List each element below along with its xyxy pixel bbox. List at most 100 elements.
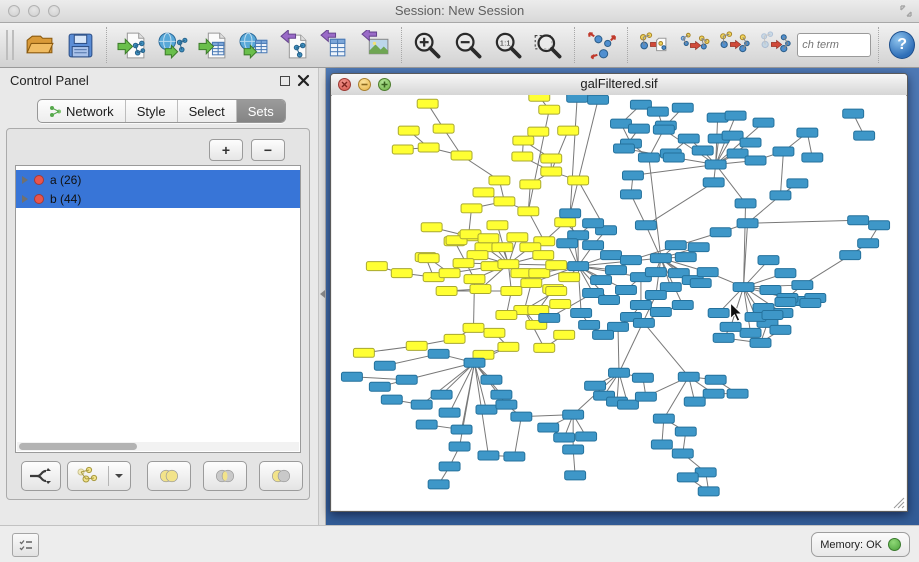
tab-style[interactable]: Style: [126, 100, 178, 122]
search-input[interactable]: [797, 33, 871, 57]
graph-node[interactable]: [775, 269, 796, 278]
graph-node[interactable]: [507, 233, 528, 242]
graph-node[interactable]: [775, 298, 796, 307]
float-panel-icon[interactable]: [280, 76, 290, 86]
remove-set-button[interactable]: −: [251, 139, 285, 161]
graph-node[interactable]: [416, 420, 437, 429]
graph-node[interactable]: [583, 219, 604, 228]
graph-node[interactable]: [753, 118, 774, 127]
graph-node[interactable]: [428, 349, 449, 358]
graph-node[interactable]: [684, 397, 705, 406]
export-network-button[interactable]: [274, 25, 314, 65]
graph-node[interactable]: [529, 95, 550, 101]
graph-node[interactable]: [565, 471, 586, 480]
graph-node[interactable]: [418, 254, 439, 263]
graph-node[interactable]: [406, 341, 427, 350]
graph-node[interactable]: [520, 180, 541, 189]
graph-node[interactable]: [616, 286, 637, 295]
graph-edge[interactable]: [618, 327, 619, 373]
graph-node[interactable]: [800, 299, 821, 308]
graph-node[interactable]: [496, 400, 517, 409]
graph-node[interactable]: [571, 308, 592, 317]
graph-node[interactable]: [473, 188, 494, 197]
graph-node[interactable]: [630, 301, 651, 310]
graph-node[interactable]: [381, 395, 402, 404]
graph-edge[interactable]: [748, 220, 859, 223]
graph-node[interactable]: [392, 145, 413, 154]
graph-node[interactable]: [583, 241, 604, 250]
graph-node[interactable]: [638, 153, 659, 162]
import-network-from-file-button[interactable]: [112, 25, 152, 65]
graph-node[interactable]: [501, 287, 522, 296]
graph-node[interactable]: [449, 442, 470, 451]
graph-node[interactable]: [628, 124, 649, 133]
toolbar-drag-handle[interactable]: [6, 30, 14, 60]
graph-node[interactable]: [843, 109, 864, 118]
graph-node[interactable]: [576, 432, 597, 441]
graph-node[interactable]: [614, 144, 635, 153]
clone-network-button[interactable]: [674, 25, 714, 65]
graph-node[interactable]: [421, 223, 442, 232]
graph-node[interactable]: [740, 138, 761, 147]
first-neighbors-button[interactable]: [714, 25, 754, 65]
graph-node[interactable]: [494, 197, 515, 206]
set-row-b[interactable]: b (44): [16, 189, 300, 208]
graph-node[interactable]: [481, 375, 502, 384]
graph-node[interactable]: [464, 275, 485, 284]
graph-node[interactable]: [538, 423, 559, 432]
graph-node[interactable]: [541, 167, 562, 176]
graph-node[interactable]: [504, 452, 525, 461]
graph-node[interactable]: [341, 372, 362, 381]
graph-node[interactable]: [513, 136, 534, 145]
graph-node[interactable]: [366, 262, 387, 271]
close-panel-icon[interactable]: [297, 74, 310, 87]
graph-node[interactable]: [411, 400, 432, 409]
graph-edge[interactable]: [514, 417, 521, 457]
graph-node[interactable]: [461, 204, 482, 213]
graph-node[interactable]: [496, 310, 517, 319]
graph-node[interactable]: [601, 251, 622, 260]
graph-node[interactable]: [727, 389, 748, 398]
graph-node[interactable]: [650, 254, 671, 263]
graph-node[interactable]: [690, 279, 711, 288]
graph-node[interactable]: [464, 358, 485, 367]
help-button[interactable]: ?: [889, 31, 915, 59]
graph-node[interactable]: [558, 126, 579, 135]
tab-network[interactable]: Network: [38, 100, 126, 122]
graph-edge[interactable]: [644, 323, 689, 377]
graph-node[interactable]: [588, 95, 609, 104]
graph-node[interactable]: [869, 221, 890, 230]
graph-node[interactable]: [439, 269, 460, 278]
graph-node[interactable]: [353, 348, 374, 357]
zoom-in-button[interactable]: [407, 25, 447, 65]
graph-edge[interactable]: [551, 131, 568, 172]
graph-node[interactable]: [797, 128, 818, 137]
graph-node[interactable]: [705, 160, 726, 169]
scrollbar-thumb[interactable]: [19, 443, 137, 450]
graph-node[interactable]: [391, 269, 412, 278]
graph-node[interactable]: [647, 107, 668, 116]
graph-node[interactable]: [710, 228, 731, 237]
graph-node[interactable]: [567, 95, 588, 102]
graph-node[interactable]: [451, 151, 472, 160]
import-table-from-url-button[interactable]: [234, 25, 274, 65]
graph-node[interactable]: [635, 392, 656, 401]
graph-node[interactable]: [675, 253, 696, 262]
resize-grip-icon[interactable]: [892, 496, 905, 509]
graph-node[interactable]: [568, 176, 589, 185]
graph-node[interactable]: [428, 480, 449, 489]
graph-node[interactable]: [750, 338, 771, 347]
graph-edge[interactable]: [570, 98, 577, 214]
graph-node[interactable]: [498, 342, 519, 351]
graph-node[interactable]: [698, 487, 719, 496]
new-network-from-selection-button[interactable]: [633, 25, 673, 65]
graph-node[interactable]: [489, 176, 510, 185]
network-graph[interactable]: [332, 95, 906, 510]
graph-node[interactable]: [398, 126, 419, 135]
graph-node[interactable]: [579, 320, 600, 329]
union-sets-button[interactable]: [147, 461, 191, 491]
graph-node[interactable]: [374, 361, 395, 370]
graph-node[interactable]: [563, 410, 584, 419]
graph-node[interactable]: [620, 256, 641, 265]
memory-indicator[interactable]: Memory: OK: [811, 532, 910, 557]
